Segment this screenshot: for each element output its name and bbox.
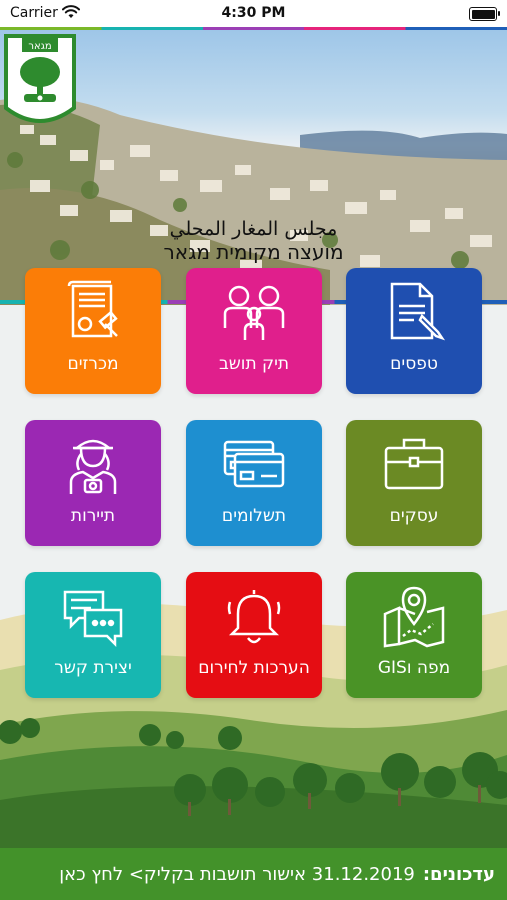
svg-text:מגאר: מגאר	[28, 41, 51, 52]
bell-icon	[227, 590, 281, 644]
briefcase-icon	[384, 438, 444, 490]
hero-banner: מגאר مجلس المغار المحلي מועצה מקומית מגא…	[0, 30, 507, 305]
tile-businesses[interactable]: עסקים	[346, 420, 482, 546]
tile-tenders[interactable]: מכרזים	[25, 268, 161, 394]
council-name-hebrew: מועצה מקומית מגאר	[163, 240, 344, 264]
document-pen-icon	[390, 282, 446, 341]
tile-label: עסקים	[389, 506, 439, 526]
tile-payments[interactable]: תשלומים	[186, 420, 322, 546]
tile-resident-file[interactable]: תיק תושב	[186, 268, 322, 394]
status-bar: Carrier 4:30 PM	[0, 0, 507, 28]
council-logo: מגאר	[3, 34, 76, 123]
tile-forms[interactable]: טפסים	[346, 268, 482, 394]
map-pin-icon	[383, 586, 445, 648]
tile-label: מכרזים	[67, 354, 119, 374]
tile-label: תיק תושב	[218, 354, 290, 374]
tile-map-gis[interactable]: מפה וGIS	[346, 572, 482, 698]
tile-emergency[interactable]: הערכות לחירום	[186, 572, 322, 698]
tourist-icon	[69, 439, 117, 494]
tile-label: מפה וGIS	[377, 658, 451, 678]
tile-label: תשלומים	[221, 506, 287, 526]
family-icon	[223, 285, 285, 340]
tile-contact[interactable]: יצירת קשר	[25, 572, 161, 698]
tile-label: הערכות לחירום	[198, 658, 310, 678]
tile-label: יצירת קשר	[54, 658, 132, 678]
chat-icon	[63, 590, 123, 648]
credit-cards-icon	[223, 440, 285, 488]
clock: 4:30 PM	[221, 5, 286, 21]
tile-label: טפסים	[390, 354, 438, 374]
ticker-heading: עדכונים:	[422, 863, 495, 885]
council-name-arabic: مجلس المغار المحلي	[169, 218, 338, 240]
tile-tourism[interactable]: תיירות	[25, 420, 161, 546]
color-stripe	[0, 27, 507, 30]
contract-gavel-icon	[67, 280, 118, 338]
ticker-text[interactable]: 31.12.2019 אישור תושבות בקליק> לחץ כאן	[59, 864, 415, 885]
battery-icon	[469, 7, 500, 21]
tile-label: תיירות	[70, 506, 116, 526]
updates-ticker[interactable]: עדכונים: 31.12.2019 אישור תושבות בקליק> …	[0, 848, 507, 900]
